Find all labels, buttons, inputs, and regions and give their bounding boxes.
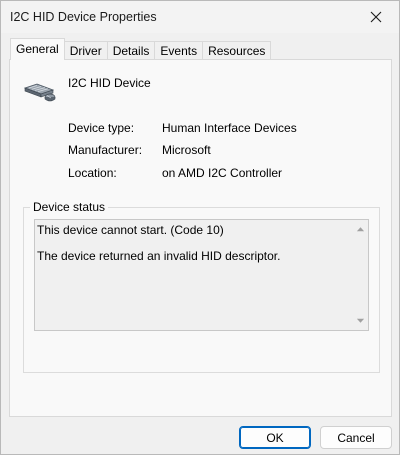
device-status-legend: Device status [30, 200, 109, 214]
device-name: I2C HID Device [68, 76, 151, 90]
tab-events[interactable]: Events [154, 41, 204, 60]
device-type-label: Device type: [68, 121, 135, 135]
general-tab-page: I2C HID Device Device type: Human Interf… [9, 59, 392, 417]
hid-device-icon [23, 83, 56, 102]
window-title: I2C HID Device Properties [10, 10, 157, 24]
properties-dialog: I2C HID Device Properties General Driver… [0, 0, 400, 455]
manufacturer-value: Microsoft [162, 143, 211, 157]
cancel-button[interactable]: Cancel [320, 426, 392, 449]
scroll-up-arrow-icon [356, 227, 365, 232]
scroll-down-button[interactable] [355, 315, 366, 326]
status-scrollbar[interactable] [353, 220, 368, 330]
scroll-down-arrow-icon [356, 318, 365, 323]
tab-strip: General Driver Details Events Resources [10, 38, 272, 60]
tab-general[interactable]: General [10, 38, 65, 60]
device-type-value: Human Interface Devices [162, 121, 297, 135]
location-label: Location: [68, 166, 117, 180]
status-message-detail: The device returned an invalid HID descr… [37, 249, 281, 263]
close-button[interactable] [353, 1, 399, 33]
tab-details[interactable]: Details [106, 41, 156, 60]
scroll-up-button[interactable] [355, 224, 366, 235]
device-status-textbox[interactable]: This device cannot start. (Code 10) The … [34, 219, 369, 331]
ok-button[interactable]: OK [239, 426, 311, 449]
status-message-code: This device cannot start. (Code 10) [37, 223, 224, 237]
close-icon [370, 11, 382, 23]
title-bar[interactable]: I2C HID Device Properties [1, 1, 399, 33]
tab-driver[interactable]: Driver [63, 41, 108, 60]
device-status-group: Device status This device cannot start. … [23, 200, 380, 373]
location-value: on AMD I2C Controller [162, 166, 283, 180]
tab-resources[interactable]: Resources [202, 41, 272, 60]
manufacturer-label: Manufacturer: [68, 143, 143, 157]
